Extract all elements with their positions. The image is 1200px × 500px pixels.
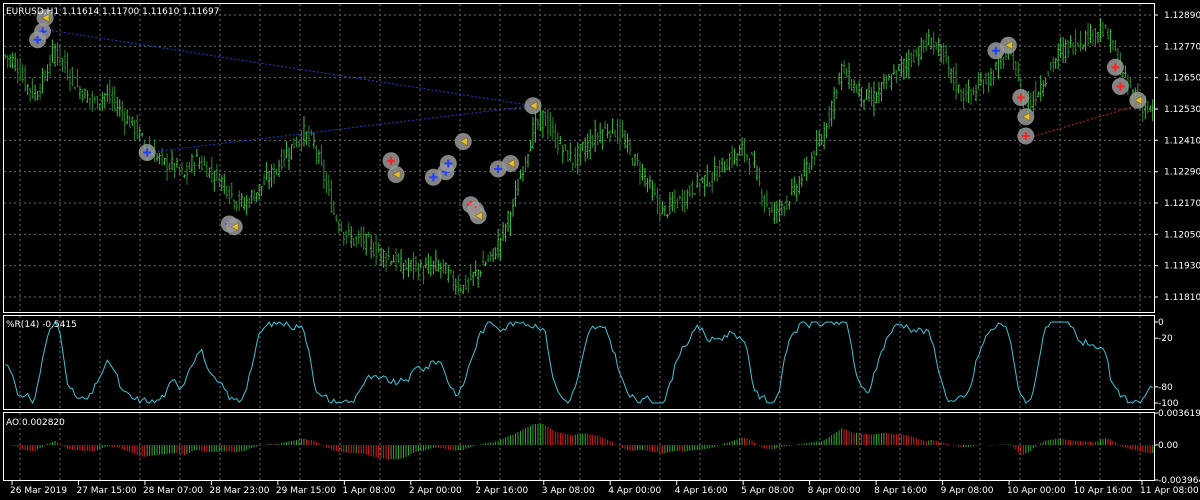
price-tick-label: 1.12050 (1164, 230, 1200, 240)
time-tick-label: 4 Apr 16:00 (675, 486, 728, 496)
time-tick-label: 27 Mar 15:00 (76, 486, 136, 496)
trade-marker-close[interactable] (999, 36, 1017, 54)
time-tick-label: 29 Mar 15:00 (276, 486, 336, 496)
time-tick-label: 1 Apr 08:00 (342, 486, 395, 496)
price-tick-label: 1.12770 (1164, 42, 1200, 52)
time-tick-label: 3 Apr 08:00 (542, 486, 595, 496)
trade-marker-sell[interactable] (1106, 58, 1124, 76)
trade-marker-buy[interactable] (439, 155, 457, 172)
trade-marker-buy[interactable] (29, 31, 47, 49)
wpr-tick-label: -100 (1158, 399, 1179, 409)
price-tick-label: 1.12530 (1164, 105, 1200, 115)
time-tick-label: 28 Mar 23:00 (209, 486, 269, 496)
time-tick-label: 8 Apr 16:00 (874, 486, 927, 496)
time-tick-label: 11 Apr 08:00 (1140, 486, 1199, 496)
trade-marker-sell[interactable] (1017, 127, 1035, 145)
symbol-title: EURUSD,H1 1.11614 1.11700 1.11610 1.1169… (6, 7, 219, 17)
time-tick-label: 5 Apr 08:00 (741, 486, 794, 496)
ao-tick-label: -0.003964 (1158, 476, 1200, 486)
time-tick-label: 2 Apr 16:00 (475, 486, 528, 496)
time-tick-label: 28 Mar 07:00 (143, 486, 203, 496)
price-tick-label: 1.12410 (1164, 136, 1200, 146)
trade-marker-sell[interactable] (1012, 89, 1030, 106)
trade-marker-close[interactable] (1017, 108, 1035, 126)
time-tick-label: 8 Apr 00:00 (808, 486, 861, 496)
time-tick-label: 10 Apr 00:00 (1007, 486, 1066, 496)
price-tick-label: 1.12290 (1164, 168, 1200, 178)
time-tick-label: 2 Apr 00:00 (409, 486, 462, 496)
trading-chart[interactable]: EURUSD,H1 1.11614 1.11700 1.11610 1.1169… (0, 0, 1200, 500)
trade-marker-close[interactable] (225, 218, 243, 236)
trade-marker-close[interactable] (524, 97, 542, 115)
ao-title: AO 0.002820 (6, 418, 65, 428)
time-tick-label: 9 Apr 08:00 (941, 486, 994, 496)
price-tick-label: 1.12650 (1164, 74, 1200, 84)
wpr-tick-label: 0 (1158, 318, 1164, 328)
trade-marker-close[interactable] (1129, 91, 1147, 109)
trade-marker-close[interactable] (387, 166, 405, 183)
wpr-tick-label: -80 (1158, 383, 1173, 393)
price-tick-label: 1.12890 (1164, 11, 1200, 21)
time-tick-label: 10 Apr 16:00 (1074, 486, 1133, 496)
wpr-title: %R(14) -0.5415 (6, 320, 77, 330)
price-tick-label: 1.11930 (1164, 262, 1200, 272)
trade-marker-close[interactable] (469, 207, 487, 225)
time-tick-label: 26 Mar 2019 (10, 486, 67, 496)
ao-tick-label: 0.003619 (1158, 409, 1200, 419)
time-tick-label: 4 Apr 00:00 (608, 486, 661, 496)
trade-marker-close[interactable] (502, 155, 520, 172)
trade-marker-close[interactable] (454, 133, 472, 150)
wpr-tick-label: -20 (1158, 334, 1173, 344)
trade-marker-buy[interactable] (138, 144, 156, 161)
price-tick-label: 1.12170 (1164, 199, 1200, 209)
ao-tick-label: 0.00 (1158, 441, 1178, 451)
price-tick-label: 1.11810 (1164, 293, 1200, 303)
trade-marker-sell[interactable] (1111, 78, 1129, 95)
